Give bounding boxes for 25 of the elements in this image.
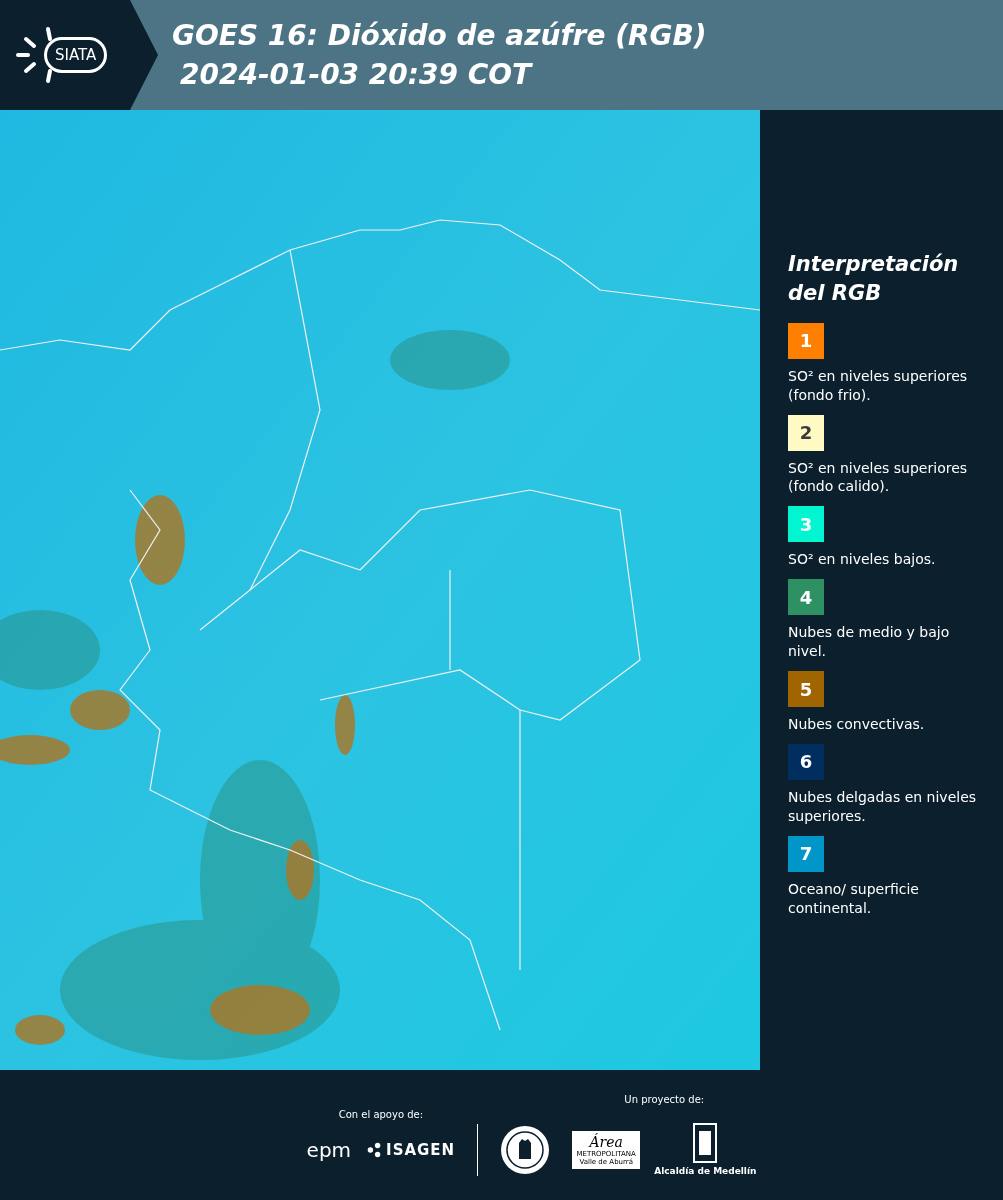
siata-logo: SIATA xyxy=(44,37,108,73)
legend-swatch: 3 xyxy=(788,506,824,543)
epm-logo: epm xyxy=(306,1137,352,1162)
legend-label: Nubes de medio y bajo nivel. xyxy=(788,623,951,661)
legend-swatch: 2 xyxy=(788,414,824,451)
page-title: GOES 16: Dióxido de azúfre (RGB) xyxy=(172,19,707,52)
legend-label: SO² en niveles superiores (fondo frio). xyxy=(788,366,969,405)
legend-label: SO² en niveles superiores (fondo calido). xyxy=(788,458,969,497)
project-label: Un proyecto de: xyxy=(624,1094,705,1105)
legend-label: Oceano/ superficie continental. xyxy=(788,879,920,918)
legend-title: Interpretación del RGB xyxy=(788,251,960,308)
timestamp: 2024-01-03 20:39 COT xyxy=(180,58,534,91)
seal-icon xyxy=(500,1125,551,1175)
legend-swatch: 7 xyxy=(788,835,824,872)
legend-label: Nubes delgadas en niveles superiores. xyxy=(788,787,978,826)
legend-swatch: 1 xyxy=(788,322,824,359)
legend-label: Nubes convectivas. xyxy=(788,715,926,734)
coat-of-arms-icon xyxy=(693,1123,718,1163)
support-label: Con el apoyo de: xyxy=(338,1108,424,1120)
legend-swatch: 4 xyxy=(788,579,824,616)
legend-label: SO² en niveles bajos. xyxy=(788,550,937,570)
city-logo-text: Alcaldía de Medellín xyxy=(654,1166,757,1176)
legend-swatch: 6 xyxy=(788,743,824,780)
legend-swatch: 5 xyxy=(788,671,824,707)
isagen-logo: ISAGEN xyxy=(386,1140,456,1159)
